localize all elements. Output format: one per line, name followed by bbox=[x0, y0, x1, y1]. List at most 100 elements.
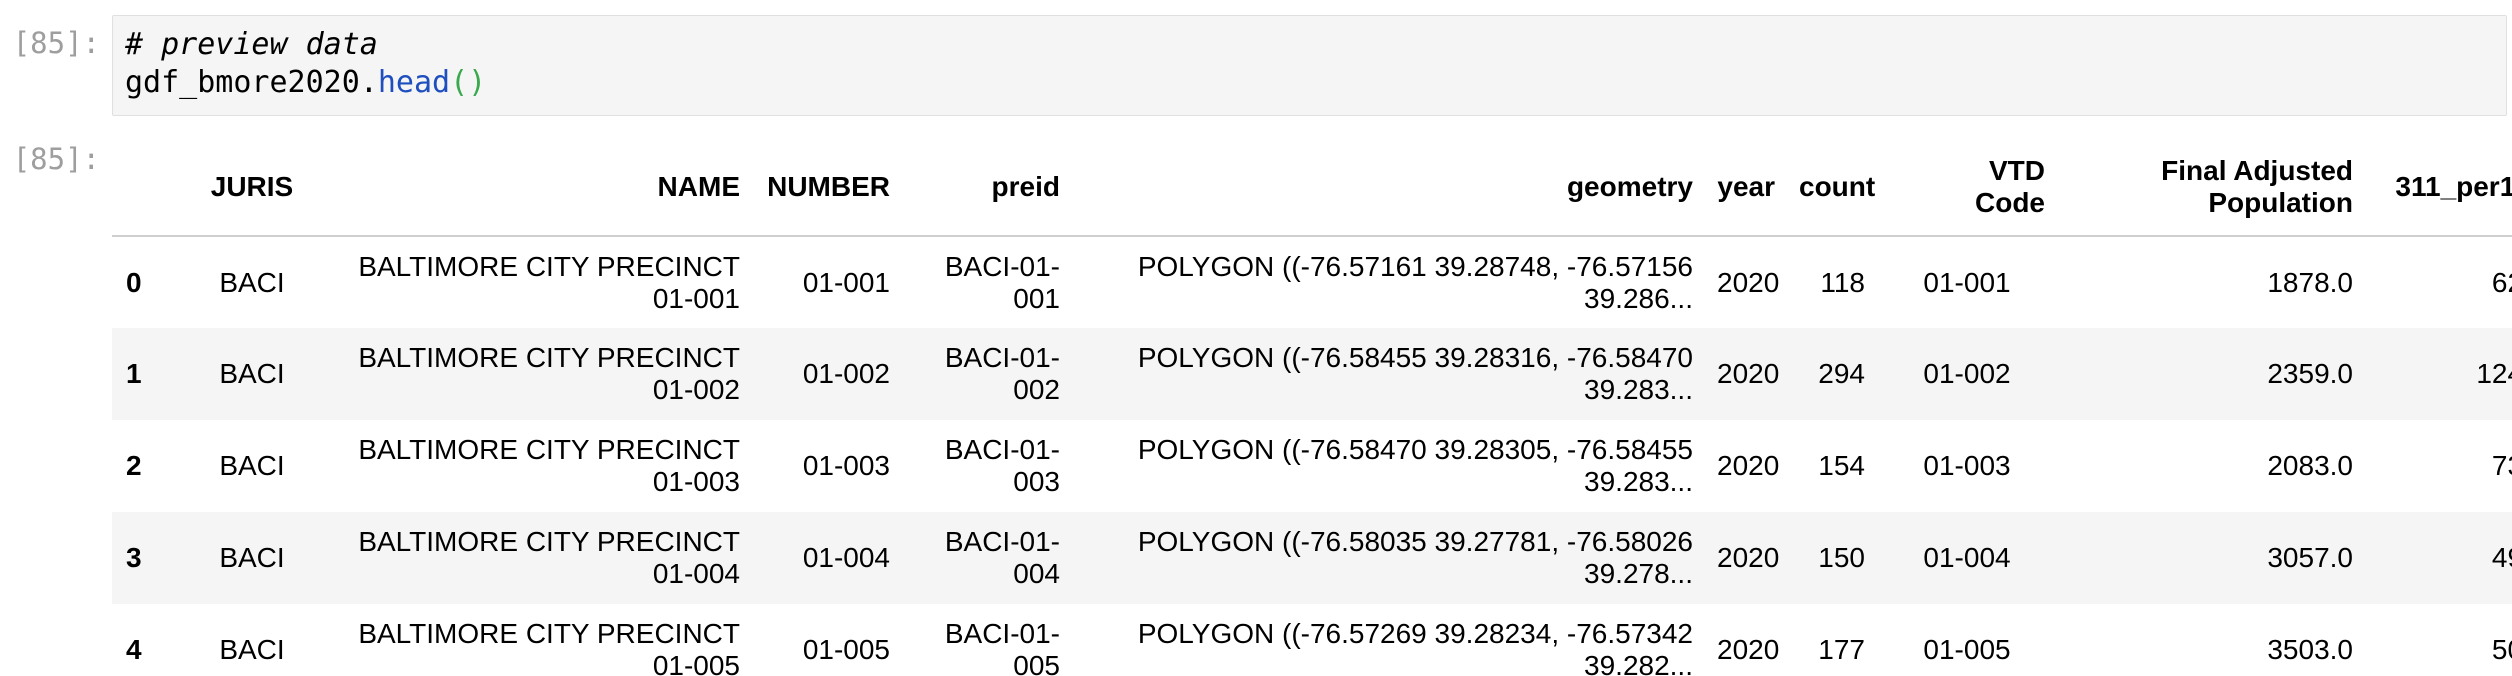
cell-preid: BACI-01- 004 bbox=[902, 512, 1072, 604]
cell-311-per1000: 62.83 bbox=[2491, 266, 2512, 298]
cell-vtd-code: 01-003 bbox=[1923, 450, 2011, 481]
table-row: 2 BACI BALTIMORE CITY PRECINCT 01-003 01-003… bbox=[112, 420, 2512, 512]
cell-name-line2: 01-005 bbox=[652, 650, 740, 676]
cell-name-line1: BALTIMORE CITY PRECINCT bbox=[358, 526, 740, 557]
cell-year: 2020 bbox=[1717, 634, 1780, 665]
cell-geometry: POLYGON ((-76.57269 39.28234, -76.57342 3… bbox=[1072, 604, 1705, 676]
cell-vtd-code: 01-004 bbox=[1923, 542, 2011, 573]
cell-name-line1: BALTIMORE CITY PRECINCT bbox=[358, 342, 740, 373]
cell-count: 177 bbox=[1818, 634, 1865, 665]
header-311-per1000: 311_per1000 bbox=[2365, 138, 2512, 237]
cell-preid: BACI-01- 002 bbox=[902, 328, 1072, 420]
cell-final-adjusted-population: 1878.0 bbox=[2267, 266, 2353, 298]
cell-311-per1000: 73.93 bbox=[2491, 450, 2512, 481]
cell-preid-line2: 005 bbox=[1013, 650, 1060, 676]
cell-name-line1: BALTIMORE CITY PRECINCT bbox=[358, 250, 740, 282]
cell-number: 01-001 bbox=[802, 266, 890, 298]
row-index: 2 bbox=[126, 450, 142, 481]
code-editor[interactable]: # preview data gdf_bmore2020.head() bbox=[112, 15, 2507, 116]
output-prompt: [85]: bbox=[12, 142, 100, 176]
header-year: year bbox=[1705, 138, 1787, 237]
cell-count: 150 bbox=[1818, 542, 1865, 573]
cell-geometry-line2: 39.286... bbox=[1584, 282, 1693, 314]
cell-final-adjusted-population: 2083.0 bbox=[2267, 450, 2353, 481]
header-final-adjusted-population: Final Adjusted Population bbox=[2057, 138, 2365, 237]
cell-preid: BACI-01- 003 bbox=[902, 420, 1072, 512]
cell-count: 154 bbox=[1818, 450, 1865, 481]
header-number: NUMBER bbox=[752, 138, 902, 237]
cell-final-adjusted-population: 2359.0 bbox=[2267, 358, 2353, 389]
cell-geometry: POLYGON ((-76.57161 39.28748, -76.57156 3… bbox=[1072, 236, 1705, 328]
cell-311-per1000: 50.53 bbox=[2491, 634, 2512, 665]
cell-name-line1: BALTIMORE CITY PRECINCT bbox=[358, 434, 740, 465]
header-pop-line1: Final Adjusted bbox=[2161, 154, 2353, 186]
cell-preid-line1: BACI-01- bbox=[944, 250, 1060, 282]
cell-preid-line1: BACI-01- bbox=[944, 434, 1060, 465]
header-index bbox=[112, 138, 182, 237]
cell-number: 01-005 bbox=[802, 634, 890, 665]
cell-vtd-code: 01-005 bbox=[1923, 634, 2011, 665]
dataframe-table: JURIS NAME NUMBER preid geometry year co… bbox=[112, 138, 2512, 676]
table-row: 4 BACI BALTIMORE CITY PRECINCT 01-005 01-005… bbox=[112, 604, 2512, 676]
code-dot: . bbox=[359, 65, 378, 100]
cell-count: 118 bbox=[1820, 266, 1865, 298]
table-header-row: JURIS NAME NUMBER preid geometry year co… bbox=[112, 138, 2512, 237]
cell-final-adjusted-population: 3057.0 bbox=[2267, 542, 2353, 573]
code-variable: gdf_bmore2020 bbox=[125, 65, 360, 100]
cell-juris: BACI bbox=[219, 450, 285, 481]
row-index: 4 bbox=[126, 634, 142, 665]
cell-name-line2: 01-003 bbox=[652, 466, 740, 497]
cell-name: BALTIMORE CITY PRECINCT 01-005 bbox=[322, 604, 752, 676]
table-row: 1 BACI BALTIMORE CITY PRECINCT 01-002 01-002… bbox=[112, 328, 2512, 420]
cell-311-per1000: 49.07 bbox=[2491, 542, 2512, 573]
cell-geometry: POLYGON ((-76.58035 39.27781, -76.58026 3… bbox=[1072, 512, 1705, 604]
cell-name: BALTIMORE CITY PRECINCT 01-003 bbox=[322, 420, 752, 512]
table-body: 0 BACI BALTIMORE CITY PRECINCT 01-001 01-001… bbox=[112, 236, 2512, 676]
dataframe-output: JURIS NAME NUMBER preid geometry year co… bbox=[112, 138, 2512, 676]
input-cell[interactable]: [85]: # preview data gdf_bmore2020.head(… bbox=[0, 0, 2512, 116]
cell-preid: BACI-01- 001 bbox=[902, 236, 1072, 328]
code-comment: # preview data bbox=[125, 27, 378, 62]
cell-count: 294 bbox=[1818, 358, 1865, 389]
header-juris: JURIS bbox=[182, 138, 322, 237]
output-cell: [85]: JURIS NAME NUMBER preid geometry y… bbox=[0, 116, 2512, 676]
cell-juris: BACI bbox=[219, 358, 285, 389]
cell-name-line2: 01-004 bbox=[652, 558, 740, 589]
cell-geometry-line1: POLYGON ((-76.58455 39.28316, -76.58470 bbox=[1137, 342, 1693, 373]
cell-geometry-line1: POLYGON ((-76.58470 39.28305, -76.58455 bbox=[1137, 434, 1693, 465]
code-statement: gdf_bmore2020.head() bbox=[125, 64, 2494, 102]
row-index: 3 bbox=[126, 542, 142, 573]
header-vtd-line1: VTD bbox=[1989, 154, 2045, 186]
cell-year: 2020 bbox=[1717, 358, 1780, 389]
header-pop-line2: Population bbox=[2208, 186, 2353, 218]
cell-name: BALTIMORE CITY PRECINCT 01-002 bbox=[322, 328, 752, 420]
cell-year: 2020 bbox=[1717, 266, 1780, 298]
header-name: NAME bbox=[322, 138, 752, 237]
cell-preid-line2: 001 bbox=[1013, 282, 1060, 314]
cell-juris: BACI bbox=[219, 266, 285, 298]
cell-geometry-line2: 39.278... bbox=[1584, 558, 1693, 589]
header-vtd-line2: Code bbox=[1975, 186, 2045, 218]
cell-preid-line1: BACI-01- bbox=[944, 342, 1060, 373]
row-index: 0 bbox=[126, 266, 142, 298]
cell-name-line2: 01-001 bbox=[652, 282, 740, 314]
cell-juris: BACI bbox=[219, 542, 285, 573]
header-count: count bbox=[1787, 138, 1877, 237]
table-row: 0 BACI BALTIMORE CITY PRECINCT 01-001 01-001… bbox=[112, 236, 2512, 328]
cell-name: BALTIMORE CITY PRECINCT 01-004 bbox=[322, 512, 752, 604]
cell-preid-line1: BACI-01- bbox=[944, 618, 1060, 649]
cell-preid-line2: 004 bbox=[1013, 558, 1060, 589]
cell-vtd-code: 01-002 bbox=[1923, 358, 2011, 389]
code-method: head bbox=[377, 65, 451, 100]
cell-number: 01-003 bbox=[802, 450, 890, 481]
cell-juris: BACI bbox=[219, 634, 285, 665]
cell-name-line2: 01-002 bbox=[652, 374, 740, 405]
cell-geometry: POLYGON ((-76.58455 39.28316, -76.58470 3… bbox=[1072, 328, 1705, 420]
cell-geometry-line2: 39.283... bbox=[1584, 466, 1693, 497]
header-vtd-code: VTD Code bbox=[1877, 138, 2057, 237]
header-geometry: geometry bbox=[1072, 138, 1705, 237]
cell-name: BALTIMORE CITY PRECINCT 01-001 bbox=[322, 236, 752, 328]
header-preid: preid bbox=[902, 138, 1072, 237]
cell-year: 2020 bbox=[1717, 542, 1780, 573]
cell-preid: BACI-01- 005 bbox=[902, 604, 1072, 676]
